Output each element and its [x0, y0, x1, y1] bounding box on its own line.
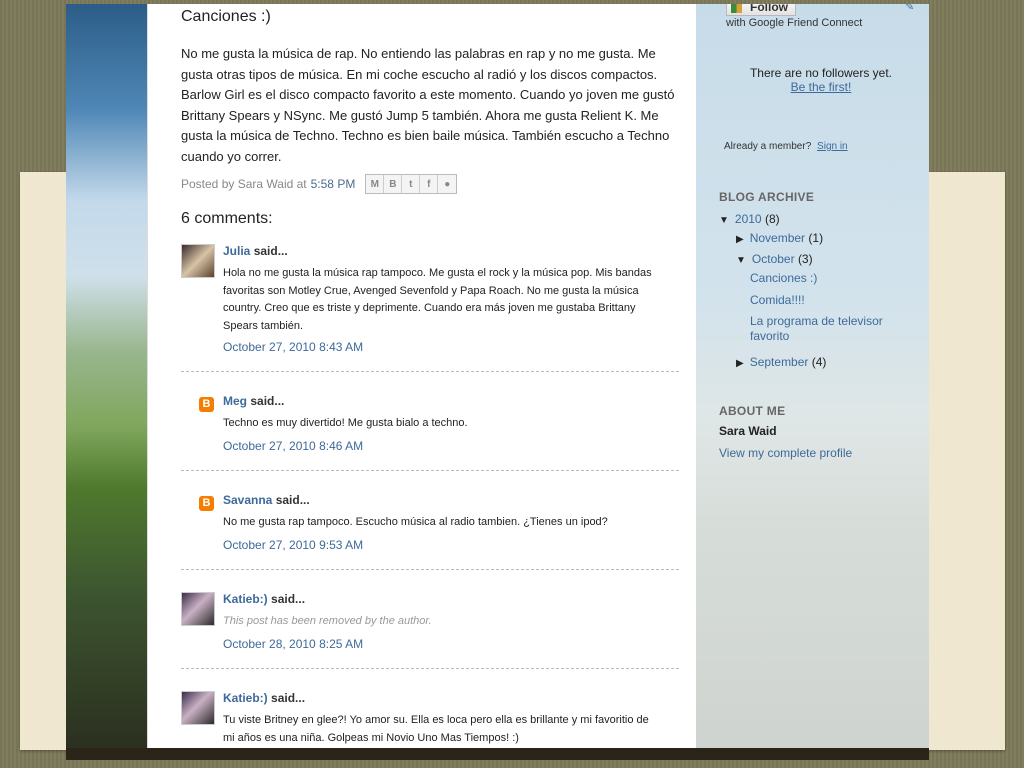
comment-author-link[interactable]: Katieb:) [223, 592, 268, 606]
follow-label: Follow [750, 4, 788, 14]
comment-item: Katieb:) said... Tu viste Britney en gle… [181, 691, 681, 747]
posted-by-label: Posted by Sara Waid at [181, 177, 307, 191]
avatar[interactable] [181, 592, 215, 626]
be-first-link[interactable]: Be the first! [696, 80, 929, 94]
comment-author-link[interactable]: Katieb:) [223, 691, 268, 705]
blogger-icon: B [199, 496, 214, 511]
email-icon[interactable]: M [366, 175, 385, 193]
post-title[interactable]: Canciones :) [181, 8, 271, 26]
post-body: No me gusta la música de rap. No entiend… [181, 46, 675, 164]
archive-count: (3) [797, 252, 813, 266]
archive-month-november[interactable]: ▶ November (1) [736, 231, 823, 245]
blog-archive-heading: BLOG ARCHIVE [719, 190, 815, 204]
about-me-heading: ABOUT ME [719, 404, 786, 418]
blogger-icon: B [199, 397, 214, 412]
comment-text: No me gusta rap tampoco. Escucho música … [223, 516, 608, 528]
triangle-right-icon[interactable]: ▶ [736, 234, 744, 245]
post-timestamp-link[interactable]: 5:58 PM [311, 177, 356, 191]
sidebar: Follow ✎ with Google Friend Connect Ther… [696, 4, 929, 750]
comment-divider [181, 470, 679, 471]
comment-text: Techno es muy divertido! Me gusta bialo … [223, 417, 468, 429]
comment-date-link[interactable]: October 27, 2010 8:46 AM [223, 439, 363, 453]
triangle-down-icon[interactable]: ▼ [736, 255, 746, 266]
friend-connect-icon [731, 4, 742, 13]
member-signin: Already a member? Sign in [724, 141, 848, 152]
said-label: said... [250, 394, 285, 408]
about-name: Sara Waid [719, 424, 777, 438]
post-footer: Posted by Sara Waid at 5:58 PM M B t f ● [181, 174, 458, 194]
triangle-right-icon[interactable]: ▶ [736, 358, 744, 369]
archive-month-link[interactable]: November [750, 231, 805, 245]
archive-month-link[interactable]: October [752, 252, 795, 266]
said-label: said... [275, 493, 310, 507]
edit-icon[interactable]: ✎ [905, 4, 914, 13]
comment-header: Katieb:) said... [223, 691, 305, 705]
comment-divider [181, 371, 679, 372]
comment-divider [181, 668, 679, 669]
buzz-icon[interactable]: ● [438, 175, 457, 193]
comment-date-link[interactable]: October 27, 2010 9:53 AM [223, 538, 363, 552]
comment-author-link[interactable]: Savanna [223, 493, 272, 507]
comment-removed-text: This post has been removed by the author… [223, 615, 432, 627]
archive-count: (8) [764, 212, 780, 226]
avatar[interactable] [181, 244, 215, 278]
comment-divider [181, 569, 679, 570]
archive-month-link[interactable]: September [750, 355, 809, 369]
comment-date-link[interactable]: October 27, 2010 8:43 AM [223, 340, 363, 354]
archive-count: (1) [808, 231, 824, 245]
comment-item: B Meg said... Techno es muy divertido! M… [181, 394, 681, 454]
archive-month-september[interactable]: ▶ September (4) [736, 355, 826, 369]
archive-year-link[interactable]: 2010 [735, 212, 762, 226]
friend-connect-caption: with Google Friend Connect [726, 17, 863, 29]
comment-header: Katieb:) said... [223, 592, 305, 606]
post-column: Canciones :) No me gusta la música de ra… [147, 4, 696, 750]
archive-post-link[interactable]: Canciones :) [750, 271, 900, 286]
twitter-icon[interactable]: t [402, 175, 421, 193]
archive-post-link[interactable]: Comida!!!! [750, 293, 900, 308]
view-profile-link[interactable]: View my complete profile [719, 446, 852, 460]
blog-window: Canciones :) No me gusta la música de ra… [66, 4, 929, 760]
comment-text: Tu viste Britney en glee?! Yo amor su. E… [223, 714, 649, 744]
comment-header: Meg said... [223, 394, 284, 408]
sign-in-link[interactable]: Sign in [817, 141, 848, 152]
already-member-label: Already a member? [724, 141, 812, 152]
comment-text: Hola no me gusta la música rap tampoco. … [223, 267, 652, 332]
bottom-band [66, 748, 929, 760]
comment-author-link[interactable]: Meg [223, 394, 247, 408]
comment-item: B Savanna said... No me gusta rap tampoc… [181, 493, 681, 553]
follow-button[interactable]: Follow [726, 4, 796, 16]
comment-header: Savanna said... [223, 493, 310, 507]
archive-post-link[interactable]: La programa de televisor favorito [750, 314, 890, 344]
said-label: said... [253, 244, 288, 258]
triangle-down-icon[interactable]: ▼ [719, 215, 729, 226]
comments-title: 6 comments: [181, 210, 273, 227]
share-buttons: M B t f ● [365, 174, 458, 194]
comment-date-link[interactable]: October 28, 2010 8:25 AM [223, 637, 363, 651]
no-followers-text: There are no followers yet. [749, 66, 893, 80]
archive-year-2010[interactable]: ▼ 2010 (8) [719, 212, 780, 226]
blog-this-icon[interactable]: B [384, 175, 403, 193]
avatar[interactable] [181, 691, 215, 725]
comment-header: Julia said... [223, 244, 288, 258]
said-label: said... [271, 691, 306, 705]
facebook-icon[interactable]: f [420, 175, 439, 193]
said-label: said... [271, 592, 306, 606]
comment-item: Julia said... Hola no me gusta la música… [181, 244, 681, 364]
archive-month-october[interactable]: ▼ October (3) [736, 252, 813, 266]
comment-author-link[interactable]: Julia [223, 244, 250, 258]
archive-count: (4) [811, 355, 827, 369]
comment-item: Katieb:) said... This post has been remo… [181, 592, 681, 652]
